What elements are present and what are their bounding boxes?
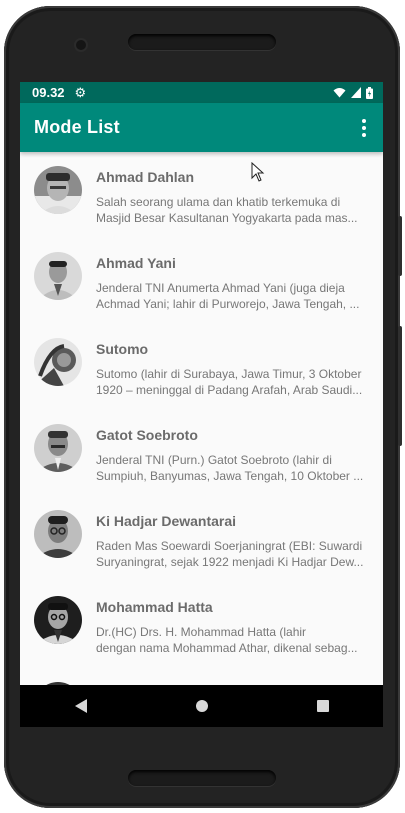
app-screen: 09.32 ⚙ Mode List Ahmad Dahlan Salah seo… bbox=[20, 82, 383, 727]
status-icons bbox=[333, 86, 373, 99]
item-description-line: Sutomo (lahir di Surabaya, Jawa Timur, 3… bbox=[96, 367, 362, 381]
item-description-line: Raden Mas Soewardi Soerjaningrat (EBI: S… bbox=[96, 539, 363, 553]
item-description-line: Achmad Yani; lahir di Purworejo, Jawa Te… bbox=[96, 297, 360, 311]
status-time: 09.32 bbox=[32, 85, 65, 100]
item-description-line: Jenderal TNI (Purn.) Gatot Soebroto (lah… bbox=[96, 453, 332, 467]
home-icon[interactable] bbox=[195, 700, 208, 712]
item-description: Dr.(HC) Drs. H. Mohammad Hatta (lahir de… bbox=[96, 624, 370, 656]
mouse-cursor-icon bbox=[251, 162, 265, 182]
signal-icon bbox=[351, 87, 361, 98]
item-title: Sutomo bbox=[96, 341, 149, 357]
list-item[interactable]: Ahmad Yani Jenderal TNI Anumerta Ahmad Y… bbox=[20, 238, 383, 324]
avatar bbox=[34, 166, 82, 214]
avatar bbox=[34, 510, 82, 558]
item-description: Sutomo (lahir di Surabaya, Jawa Timur, 3… bbox=[96, 366, 370, 398]
item-description-line: Sumpiuh, Banyumas, Jawa Tengah, 10 Oktob… bbox=[96, 469, 364, 483]
avatar bbox=[34, 596, 82, 644]
item-description-line: Jenderal TNI Anumerta Ahmad Yani (juga d… bbox=[96, 281, 345, 295]
list-item[interactable] bbox=[20, 668, 383, 685]
item-description-line: Masjid Besar Kasultanan Yogyakarta pada … bbox=[96, 211, 358, 225]
item-title: Ki Hadjar Dewantarai bbox=[96, 513, 237, 529]
settings-gear-icon: ⚙ bbox=[74, 85, 87, 100]
system-nav-bar bbox=[20, 685, 383, 727]
list-item[interactable]: Ki Hadjar Dewantarai Raden Mas Soewardi … bbox=[20, 496, 383, 582]
app-bar: Mode List bbox=[20, 103, 383, 152]
item-description-line: Suryaningrat, sejak 1922 menjadi Ki Hadj… bbox=[96, 555, 364, 569]
item-description: Jenderal TNI (Purn.) Gatot Soebroto (lah… bbox=[96, 452, 370, 484]
top-speaker bbox=[128, 34, 276, 50]
avatar bbox=[34, 424, 82, 472]
item-title: Mohammad Hatta bbox=[96, 599, 213, 615]
status-bar: 09.32 ⚙ bbox=[20, 82, 383, 103]
front-camera bbox=[76, 40, 86, 50]
wifi-icon bbox=[333, 88, 346, 98]
item-description: Jenderal TNI Anumerta Ahmad Yani (juga d… bbox=[96, 280, 370, 312]
volume-button bbox=[398, 216, 402, 276]
list-item[interactable]: Ahmad Dahlan Salah seorang ulama dan kha… bbox=[20, 152, 383, 238]
item-description-line: 1920 – meninggal di Padang Arafah, Arab … bbox=[96, 383, 363, 397]
item-title: Ahmad Yani bbox=[96, 255, 176, 271]
item-title: Ahmad Dahlan bbox=[96, 169, 195, 185]
item-description-line: dengan nama Mohammad Athar, dikenal seba… bbox=[96, 641, 358, 655]
hero-list: Ahmad Dahlan Salah seorang ulama dan kha… bbox=[20, 152, 383, 685]
bottom-speaker bbox=[128, 770, 276, 786]
item-description-line: Dr.(HC) Drs. H. Mohammad Hatta (lahir bbox=[96, 625, 307, 639]
battery-icon bbox=[366, 86, 373, 99]
item-description: Raden Mas Soewardi Soerjaningrat (EBI: S… bbox=[96, 538, 370, 570]
avatar bbox=[34, 338, 82, 386]
more-vertical-icon[interactable] bbox=[359, 118, 369, 137]
app-title: Mode List bbox=[34, 117, 120, 137]
list-item[interactable]: Sutomo Sutomo (lahir di Surabaya, Jawa T… bbox=[20, 324, 383, 410]
back-icon[interactable] bbox=[74, 699, 87, 713]
avatar bbox=[34, 252, 82, 300]
list-item[interactable]: Gatot Soebroto Jenderal TNI (Purn.) Gato… bbox=[20, 410, 383, 496]
item-description: Salah seorang ulama dan khatib terkemuka… bbox=[96, 194, 370, 226]
recents-icon[interactable] bbox=[316, 700, 329, 712]
list-item[interactable]: Mohammad Hatta Dr.(HC) Drs. H. Mohammad … bbox=[20, 582, 383, 668]
power-button bbox=[398, 326, 402, 446]
item-title: Gatot Soebroto bbox=[96, 427, 198, 443]
item-description-line: Salah seorang ulama dan khatib terkemuka… bbox=[96, 195, 341, 209]
